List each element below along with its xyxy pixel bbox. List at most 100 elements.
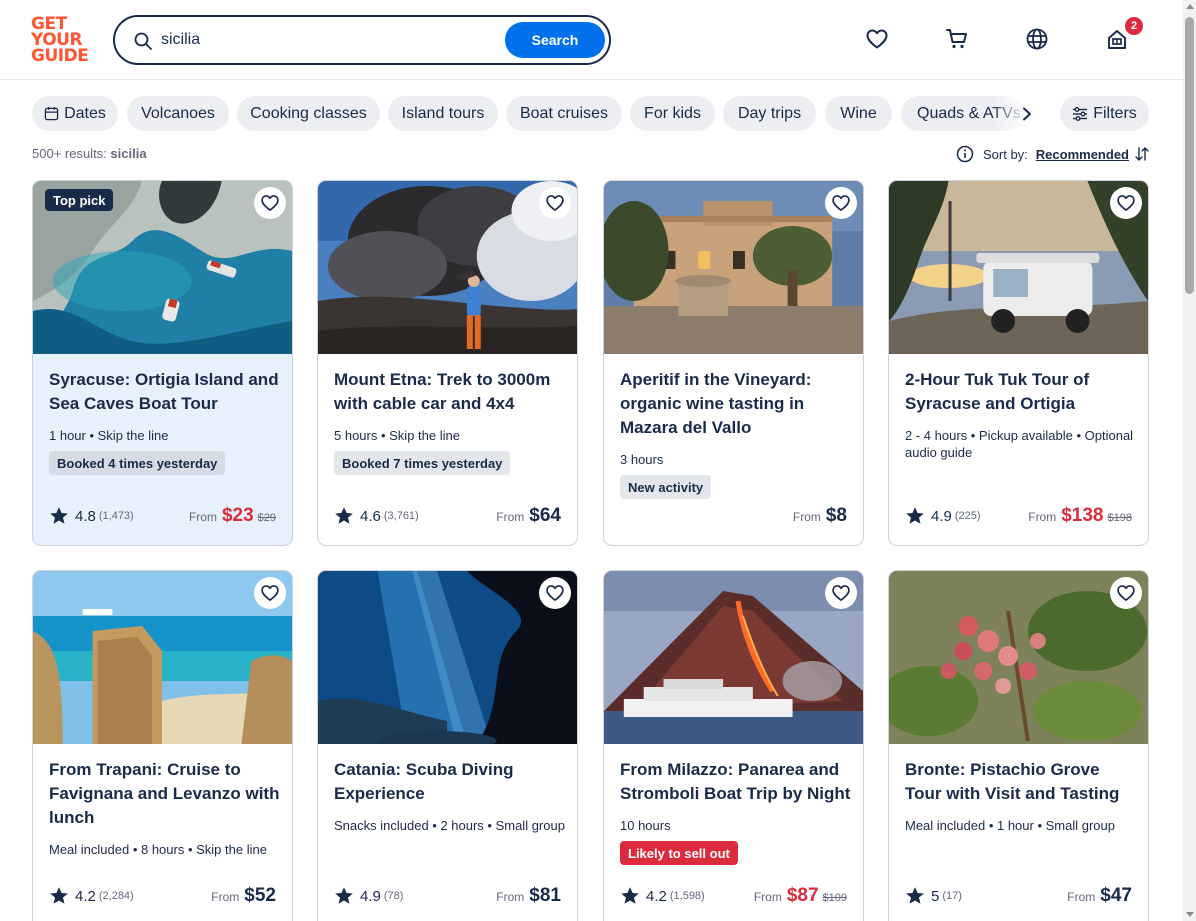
price-from-label: From [188, 510, 217, 524]
getyourguide-logo[interactable]: GET YOUR GUIDE [31, 16, 91, 66]
activity-rating: 4.8 (1,473) [49, 505, 134, 527]
activity-image-mount-etna[interactable] [318, 181, 577, 354]
review-count: (1,473) [98, 510, 134, 522]
results-count: 500+ results: sicilia [32, 146, 147, 161]
activity-rating: 4.2 (1,598) [620, 885, 705, 907]
sort-arrows-icon[interactable] [1134, 146, 1150, 162]
likely-to-sell-out-badge: Likely to sell out [620, 841, 738, 865]
chip-dates[interactable]: Dates [32, 96, 118, 131]
activity-meta: Meal included • 8 hours • Skip the line [49, 842, 267, 857]
activity-rating: 4.9 (225) [905, 505, 981, 527]
activity-image-scuba[interactable] [318, 571, 577, 744]
activity-title[interactable]: Bronte: Pistachio Grove Tour with Visit … [905, 758, 1137, 806]
chip-day-trips[interactable]: Day trips [723, 96, 816, 131]
top-pick-badge: Top pick [45, 189, 114, 211]
chip-label: Cooking classes [250, 104, 367, 122]
price-amount: $8 [825, 505, 847, 526]
rating-value: 4.6 [360, 507, 381, 525]
heart-icon[interactable] [254, 187, 286, 219]
activity-card[interactable]: Top pick Syracuse: Ortigia Island and Se… [32, 180, 293, 546]
scroll-up-arrow-icon[interactable] [1186, 4, 1194, 9]
activity-title[interactable]: From Trapani: Cruise to Favignana and Le… [49, 758, 281, 830]
heart-icon[interactable] [1110, 577, 1142, 609]
chip-wine[interactable]: Wine [825, 96, 892, 131]
chip-volcanoes[interactable]: Volcanoes [127, 96, 229, 131]
info-icon[interactable] [956, 145, 974, 163]
activity-price: From $52 [211, 885, 276, 911]
price-from-label: From [792, 510, 821, 524]
price-from-label: From [753, 890, 782, 904]
globe-language-icon[interactable] [1024, 26, 1050, 52]
star-icon [49, 886, 69, 906]
review-count: (2,284) [98, 890, 134, 902]
activity-card[interactable]: Mount Etna: Trek to 3000m with cable car… [317, 180, 578, 546]
chip-label: For kids [644, 104, 701, 122]
activity-card[interactable]: Bronte: Pistachio Grove Tour with Visit … [888, 570, 1149, 921]
price-amount: $81 [529, 885, 561, 906]
sliders-filter-icon [1072, 106, 1088, 122]
chip-for-kids[interactable]: For kids [630, 96, 715, 131]
activity-card[interactable]: From Trapani: Cruise to Favignana and Le… [32, 570, 293, 921]
review-count: (17) [942, 890, 962, 902]
activity-image-stromboli[interactable] [604, 571, 863, 744]
activity-card[interactable]: Catania: Scuba Diving Experience Snacks … [317, 570, 578, 921]
activity-meta: 2 - 4 hours • Pickup available • Optiona… [905, 428, 1134, 460]
activity-card[interactable]: Aperitif in the Vineyard: organic wine t… [603, 180, 864, 546]
activity-price: From $47 [1067, 885, 1132, 911]
activity-image-pistachio[interactable] [889, 571, 1148, 744]
search-button[interactable]: Search [505, 22, 605, 58]
search-input[interactable] [161, 28, 491, 52]
heart-icon[interactable] [539, 577, 571, 609]
activity-price: From $87 $109 [754, 885, 847, 911]
price-from-label: From [496, 510, 525, 524]
activity-meta: Snacks included • 2 hours • Small group [334, 818, 565, 833]
activity-title[interactable]: Catania: Scuba Diving Experience [334, 758, 566, 806]
price-from-label: From [1028, 510, 1057, 524]
star-icon [905, 886, 925, 906]
activity-title[interactable]: Syracuse: Ortigia Island and Sea Caves B… [49, 368, 281, 416]
scrollbar-thumb[interactable] [1185, 17, 1194, 294]
heart-icon[interactable] [539, 187, 571, 219]
rating-value: 5 [931, 887, 940, 905]
search-bar: Search [113, 15, 611, 65]
price-from-label: From [211, 890, 240, 904]
filters-label: Filters [1093, 104, 1137, 122]
star-icon [620, 886, 640, 906]
chip-label: Day trips [737, 104, 802, 122]
chip-island-tours[interactable]: Island tours [388, 96, 498, 131]
price-from-label: From [1067, 890, 1096, 904]
chevron-right-icon[interactable] [1017, 104, 1037, 124]
cart-icon[interactable] [944, 26, 970, 52]
activity-title[interactable]: From Milazzo: Panarea and Stromboli Boat… [620, 758, 852, 806]
top-header: GET YOUR GUIDE Search 2 [0, 0, 1183, 80]
filters-button[interactable]: Filters [1060, 96, 1149, 131]
logo-line-3: GUIDE [31, 46, 89, 66]
heart-icon[interactable] [254, 577, 286, 609]
price-original: $29 [257, 512, 276, 524]
chip-cooking-classes[interactable]: Cooking classes [237, 96, 380, 131]
review-count: (78) [383, 890, 404, 902]
activity-image-favignana[interactable] [33, 571, 292, 744]
activity-image-tuk-tuk[interactable] [889, 181, 1148, 354]
activity-title[interactable]: Mount Etna: Trek to 3000m with cable car… [334, 368, 566, 416]
activity-title[interactable]: 2-Hour Tuk Tuk Tour of Syracuse and Orti… [905, 368, 1137, 416]
activity-image-vineyard[interactable] [604, 181, 863, 354]
price-original: $198 [1107, 512, 1132, 524]
wishlist-heart-icon[interactable] [864, 26, 890, 52]
chip-label: Dates [64, 104, 106, 122]
price-original: $109 [822, 892, 847, 904]
scroll-down-arrow-icon[interactable] [1186, 912, 1194, 917]
sort-control[interactable]: Sort by: Recommended [956, 144, 1150, 164]
review-count: (3,761) [383, 510, 419, 522]
sort-value[interactable]: Recommended [1036, 147, 1129, 162]
activity-card[interactable]: 2-Hour Tuk Tuk Tour of Syracuse and Orti… [888, 180, 1149, 546]
heart-icon[interactable] [825, 577, 857, 609]
chip-label: Island tours [401, 104, 485, 122]
page-scrollbar[interactable] [1183, 0, 1196, 921]
heart-icon[interactable] [825, 187, 857, 219]
activity-title[interactable]: Aperitif in the Vineyard: organic wine t… [620, 368, 852, 440]
activity-rating: 5 (17) [905, 885, 962, 907]
heart-icon[interactable] [1110, 187, 1142, 219]
chip-boat-cruises[interactable]: Boat cruises [506, 96, 622, 131]
activity-card[interactable]: From Milazzo: Panarea and Stromboli Boat… [603, 570, 864, 921]
